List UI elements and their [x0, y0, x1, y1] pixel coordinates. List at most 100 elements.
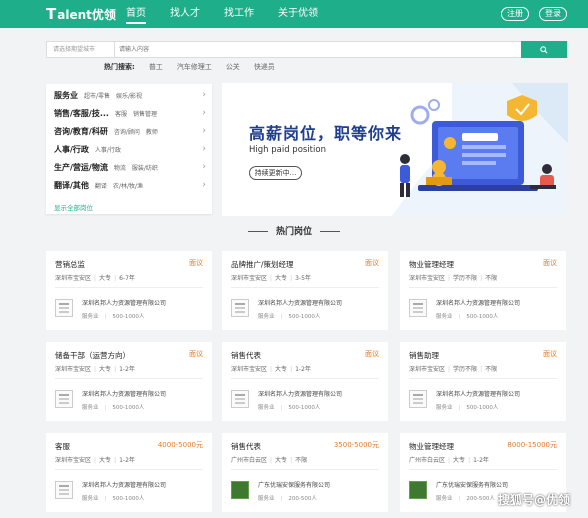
job-card[interactable]: 客服 4000-5000元深圳市宝安区 | 大专 | 1-2年深圳名邦人力资源管理有限公司…: [46, 433, 212, 512]
company-name[interactable]: 深圳名邦人力资源管理有限公司: [436, 389, 520, 398]
category-row[interactable]: 服务业 超市/零售 娱乐/影视 ›: [54, 88, 206, 102]
logo-text: alent优领: [57, 7, 116, 22]
job-title[interactable]: 销售助理: [409, 350, 439, 361]
job-title[interactable]: 储备干部（运营方向）: [55, 350, 130, 361]
banner-title: 高薪岗位，职等你来: [249, 124, 403, 143]
category-row[interactable]: 翻译/其他 翻译 农/林/牧/渔 ›: [54, 178, 206, 192]
company-info: 服务业 | 500-1000人: [82, 405, 145, 411]
job-title[interactable]: 销售代表: [231, 441, 261, 452]
job-title[interactable]: 营销总监: [55, 259, 85, 270]
job-salary: 面议: [189, 350, 203, 358]
job-experience: 1-2年: [119, 366, 135, 373]
company-name[interactable]: 深圳名邦人力资源管理有限公司: [82, 298, 166, 307]
job-card[interactable]: 物业管理经理 面议 深圳市宝安区 | 学历不限 | 不限 深圳名邦人力资源管理有限公司 服务业 |…: [400, 251, 566, 330]
company-industry: 服务业: [436, 314, 453, 320]
show-all-link[interactable]: 显示全部岗位: [54, 202, 93, 212]
job-experience: 3-5年: [295, 275, 311, 282]
category-sub[interactable]: 教师: [146, 127, 158, 136]
category-sub[interactable]: 物流: [114, 163, 126, 172]
job-meta: 深圳市宝安区 | 大专 | 1-2年: [55, 457, 135, 464]
card-divider: [231, 378, 379, 379]
category-sub[interactable]: 娱乐/影视: [116, 91, 142, 100]
search-button[interactable]: [521, 41, 567, 58]
hot-term[interactable]: 汽车修理工: [177, 62, 212, 72]
company-size: 500-1000人: [112, 405, 145, 411]
category-row[interactable]: 生产/营运/物流 物流 服装/纺织 ›: [54, 160, 206, 174]
job-experience: 不限: [485, 366, 498, 373]
job-card[interactable]: 营销总监 面议 深圳市宝安区 | 大专 | 6-7年 深圳名邦人力资源管理有限公司 服务业 | 50…: [46, 251, 212, 330]
nav-find-talent[interactable]: 找人才: [170, 0, 200, 28]
company-name[interactable]: 广东优瑞安保服务有限公司: [258, 480, 330, 489]
category-sub[interactable]: 人事/行政: [95, 145, 121, 154]
company-name[interactable]: 深圳名邦人力资源管理有限公司: [258, 389, 342, 398]
job-education: 大专: [275, 366, 288, 373]
job-title[interactable]: 物业管理经理: [409, 441, 454, 452]
register-button[interactable]: 注册: [501, 7, 529, 21]
job-meta: 深圳市宝安区 | 学历不限 | 不限: [409, 275, 498, 282]
category-sub[interactable]: 服装/纺织: [132, 163, 158, 172]
job-meta: 深圳市宝安区 | 大专 | 1-2年: [55, 366, 135, 373]
company-logo: [409, 390, 427, 408]
company-name[interactable]: 深圳名邦人力资源管理有限公司: [436, 298, 520, 307]
job-salary: 面议: [189, 259, 203, 267]
job-salary: 8000-15000元: [507, 441, 557, 449]
job-location: 深圳市宝安区: [55, 275, 92, 282]
login-button[interactable]: 登录: [539, 7, 567, 21]
category-sub[interactable]: 销售管理: [133, 109, 157, 118]
job-location: 深圳市宝安区: [55, 366, 92, 373]
nav-home[interactable]: 首页: [126, 0, 146, 28]
job-title[interactable]: 销售代表: [231, 350, 261, 361]
city-select[interactable]: 请选择期望城市: [47, 42, 115, 57]
job-title[interactable]: 物业管理经理: [409, 259, 454, 270]
category-row[interactable]: 销售/客服/技... 客服 销售管理 ›: [54, 106, 206, 120]
card-divider: [231, 287, 379, 288]
company-info: 服务业 | 200-500人: [258, 496, 317, 502]
hot-search-label: 热门搜索:: [104, 63, 135, 71]
job-meta: 广州市白云区 | 大专 | 不限: [231, 457, 308, 464]
job-salary: 4000-5000元: [157, 441, 203, 449]
job-card[interactable]: 储备干部（运营方向） 面议深圳市宝安区 | 大专 | 1-2年深圳名邦人力资源管理有限公司…: [46, 342, 212, 421]
company-industry: 服务业: [82, 496, 99, 502]
company-name[interactable]: 深圳名邦人力资源管理有限公司: [82, 480, 166, 489]
nav-about[interactable]: 关于优领: [278, 0, 318, 28]
company-name[interactable]: 广东优瑞安保服务有限公司: [436, 480, 508, 489]
category-sub[interactable]: 客服: [115, 109, 127, 118]
category-sub[interactable]: 咨询/顾问: [114, 127, 140, 136]
job-title[interactable]: 品牌推广/策划经理: [231, 259, 294, 270]
site-logo[interactable]: T alent优领: [46, 5, 116, 23]
job-experience: 1-2年: [473, 457, 489, 464]
section-title: 热门岗位: [0, 224, 588, 237]
category-sub[interactable]: 翻译: [95, 181, 107, 190]
company-name[interactable]: 深圳名邦人力资源管理有限公司: [258, 298, 342, 307]
category-sub[interactable]: 超市/零售: [84, 91, 110, 100]
job-card[interactable]: 品牌推广/策划经理 面议 深圳市宝安区 | 大专 | 3-5年 深圳名邦人力资源管理有限公司服…: [222, 251, 388, 330]
hero-banner[interactable]: 高薪岗位，职等你来 High paid position 持续更新中...: [222, 83, 568, 216]
search-input[interactable]: [119, 42, 519, 57]
job-salary: 面议: [543, 350, 557, 358]
category-sub[interactable]: 农/林/牧/渔: [113, 181, 143, 190]
category-row[interactable]: 人事/行政 人事/行政 ›: [54, 142, 206, 156]
company-industry: 服务业: [258, 314, 275, 320]
job-salary: 3500-5000元: [333, 441, 379, 449]
hot-term[interactable]: 普工: [149, 62, 163, 72]
company-info: 服务业 | 200-500人: [436, 496, 495, 502]
logo-mark: T: [46, 5, 57, 23]
hot-term[interactable]: 公关: [226, 62, 240, 72]
company-info: 服务业 | 500-1000人: [258, 314, 321, 320]
job-location: 深圳市宝安区: [231, 366, 268, 373]
job-card[interactable]: 销售代表 3500-5000元广州市白云区 | 大专 | 不限广东优瑞安保服务有限公司 服务…: [222, 433, 388, 512]
company-info: 服务业 | 500-1000人: [436, 314, 499, 320]
company-name[interactable]: 深圳名邦人力资源管理有限公司: [82, 389, 166, 398]
job-card[interactable]: 销售代表 面议 深圳市宝安区 | 大专 | 1-2年 深圳名邦人力资源管理有限公司 服务业 | 50…: [222, 342, 388, 421]
nav-find-job[interactable]: 找工作: [224, 0, 254, 28]
hot-term[interactable]: 快递员: [254, 62, 275, 72]
main-nav: 首页 找人才 找工作 关于优领: [126, 0, 342, 28]
job-title[interactable]: 客服: [55, 441, 70, 452]
category-panel: 服务业 超市/零售 娱乐/影视 › 销售/客服/技... 客服 销售管理 › 咨…: [46, 84, 212, 214]
company-logo: [231, 390, 249, 408]
search-icon: [540, 45, 548, 54]
banner-button[interactable]: 持续更新中...: [249, 166, 302, 180]
chevron-right-icon: ›: [202, 108, 206, 118]
category-row[interactable]: 咨询/教育/科研 咨询/顾问 教师 ›: [54, 124, 206, 138]
job-card[interactable]: 销售助理 面议 深圳市宝安区 | 学历不限 | 不限 深圳名邦人力资源管理有限公司 服务业 | 50…: [400, 342, 566, 421]
